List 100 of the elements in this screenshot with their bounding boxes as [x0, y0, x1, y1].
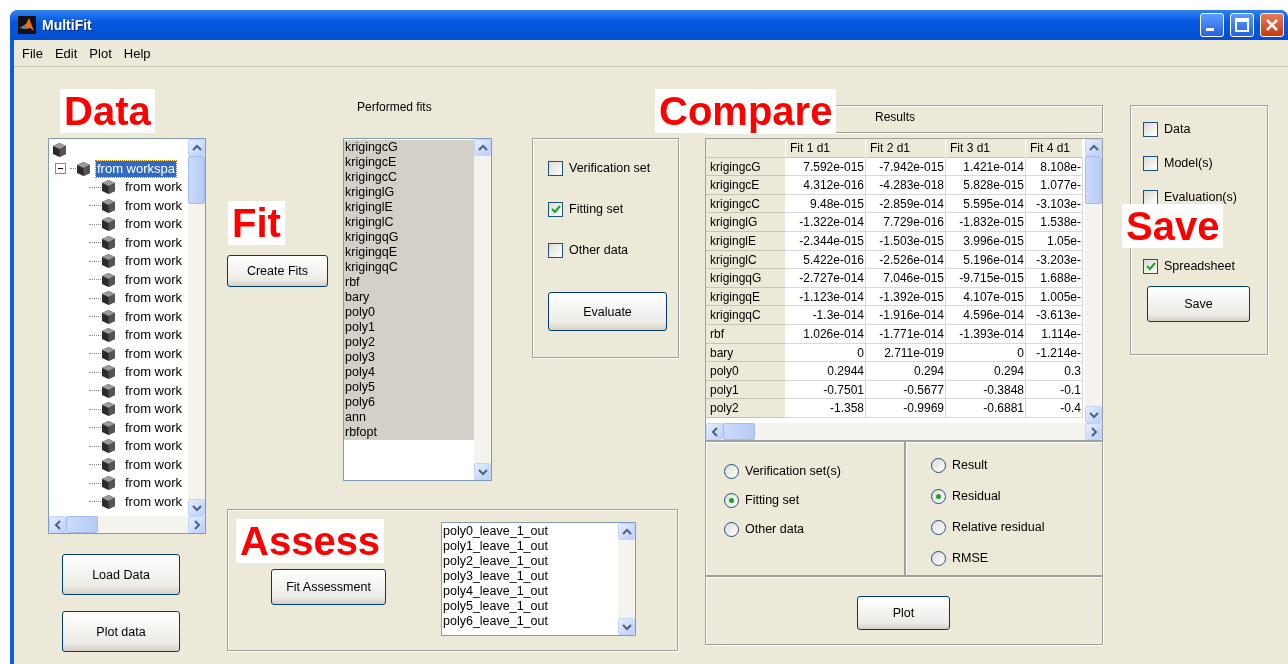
- fit-assessment-button[interactable]: Fit Assessment: [271, 569, 386, 605]
- tree-item[interactable]: from work: [124, 179, 184, 196]
- radio-button[interactable]: [724, 492, 739, 508]
- radio-button[interactable]: [931, 488, 946, 504]
- radio-button[interactable]: [931, 519, 946, 535]
- scroll-up-button[interactable]: [618, 523, 635, 540]
- list-item[interactable]: poly2_leave_1_out: [442, 554, 618, 569]
- close-button[interactable]: [1260, 13, 1284, 37]
- table-cell: 5.595e-014: [946, 194, 1026, 214]
- menu-item[interactable]: Plot: [83, 45, 118, 61]
- list-item[interactable]: rbfopt: [344, 425, 474, 440]
- scrollbar-thumb[interactable]: [1085, 156, 1102, 204]
- checkbox[interactable]: [1143, 189, 1158, 205]
- tree-item[interactable]: from work: [124, 308, 184, 325]
- scroll-down-button[interactable]: [188, 499, 205, 516]
- checkbox[interactable]: [548, 242, 563, 258]
- menu-item[interactable]: File: [16, 45, 49, 61]
- tree-item[interactable]: from work: [124, 290, 184, 307]
- checkbox[interactable]: [1143, 258, 1158, 274]
- tree-item[interactable]: from work: [124, 401, 184, 418]
- radio-button[interactable]: [724, 521, 739, 537]
- list-item[interactable]: poly6: [344, 395, 474, 410]
- list-item[interactable]: poly2: [344, 335, 474, 350]
- tree-item[interactable]: from work: [124, 475, 184, 492]
- horizontal-scrollbar[interactable]: [49, 516, 205, 533]
- checkbox[interactable]: [548, 201, 563, 217]
- menu-item[interactable]: Help: [117, 45, 157, 61]
- scroll-right-button[interactable]: [188, 516, 205, 533]
- vertical-scrollbar[interactable]: [618, 523, 635, 635]
- list-item[interactable]: poly0_leave_1_out: [442, 524, 618, 539]
- list-item[interactable]: poly1_leave_1_out: [442, 539, 618, 554]
- scrollbar-thumb[interactable]: [723, 423, 755, 440]
- list-item[interactable]: kriginglE: [344, 200, 474, 215]
- scrollbar-thumb[interactable]: [66, 516, 98, 533]
- evaluate-button[interactable]: Evaluate: [548, 292, 667, 331]
- collapse-toggle[interactable]: [55, 163, 66, 175]
- radio-button[interactable]: [724, 463, 739, 479]
- radio-button[interactable]: [931, 550, 946, 566]
- scroll-down-button[interactable]: [618, 618, 635, 635]
- tree-item[interactable]: from work: [124, 216, 184, 233]
- list-item[interactable]: poly6_leave_1_out: [442, 614, 618, 629]
- scroll-left-button[interactable]: [706, 423, 723, 440]
- tree-item[interactable]: from work: [124, 345, 184, 362]
- tree-item[interactable]: from work: [124, 493, 184, 510]
- list-item[interactable]: bary: [344, 290, 474, 305]
- list-item[interactable]: poly3: [344, 350, 474, 365]
- list-item[interactable]: krigingcC: [344, 170, 474, 185]
- scroll-down-button[interactable]: [1085, 406, 1102, 423]
- tree-item[interactable]: from work: [124, 197, 184, 214]
- tree-item[interactable]: from work: [124, 271, 184, 288]
- scroll-left-button[interactable]: [49, 516, 66, 533]
- checkbox[interactable]: [548, 160, 563, 176]
- list-item[interactable]: poly4: [344, 365, 474, 380]
- list-item[interactable]: rbf: [344, 275, 474, 290]
- horizontal-scrollbar[interactable]: [706, 423, 1102, 440]
- create-fits-button[interactable]: Create Fits: [227, 255, 328, 287]
- menu-item[interactable]: Edit: [48, 45, 84, 61]
- tree-item[interactable]: from work: [124, 419, 184, 436]
- list-item[interactable]: krigingqC: [344, 260, 474, 275]
- scrollbar-thumb[interactable]: [188, 156, 205, 204]
- scroll-down-button[interactable]: [474, 463, 491, 480]
- save-button[interactable]: Save: [1147, 286, 1250, 322]
- list-item[interactable]: krigingcE: [344, 155, 474, 170]
- list-item[interactable]: krigingqG: [344, 230, 474, 245]
- tree-item[interactable]: from workspa: [96, 160, 177, 177]
- list-item[interactable]: ann: [344, 410, 474, 425]
- tree-item[interactable]: from work: [124, 253, 184, 270]
- tree-item[interactable]: from work: [124, 327, 184, 344]
- checkbox[interactable]: [1143, 121, 1158, 137]
- scroll-up-button[interactable]: [188, 139, 205, 156]
- list-item[interactable]: poly5: [344, 380, 474, 395]
- list-item[interactable]: poly1: [344, 320, 474, 335]
- list-item[interactable]: krigingqE: [344, 245, 474, 260]
- tree-item[interactable]: from work: [124, 234, 184, 251]
- plot-button[interactable]: Plot: [857, 596, 950, 630]
- scroll-up-button[interactable]: [474, 139, 491, 156]
- vertical-scrollbar[interactable]: [1085, 139, 1102, 423]
- tree-item[interactable]: from work: [124, 438, 184, 455]
- radio-button[interactable]: [931, 457, 946, 473]
- tree-item[interactable]: from work: [124, 364, 184, 381]
- list-item[interactable]: poly0: [344, 305, 474, 320]
- scroll-right-button[interactable]: [1085, 423, 1102, 440]
- maximize-button[interactable]: [1230, 13, 1254, 37]
- list-item[interactable]: kriginglG: [344, 185, 474, 200]
- table-cell: 7.729e-016: [866, 213, 946, 232]
- scroll-up-button[interactable]: [1085, 139, 1102, 156]
- load-data-button[interactable]: Load Data: [62, 554, 180, 595]
- vertical-scrollbar[interactable]: [188, 139, 205, 516]
- vertical-scrollbar[interactable]: [474, 139, 491, 480]
- list-item[interactable]: kriginglC: [344, 215, 474, 230]
- list-item[interactable]: poly4_leave_1_out: [442, 584, 618, 599]
- list-item[interactable]: poly3_leave_1_out: [442, 569, 618, 584]
- tree-item[interactable]: from work: [124, 382, 184, 399]
- tree-item[interactable]: from work: [124, 456, 184, 473]
- checkbox[interactable]: [1143, 155, 1158, 171]
- list-item[interactable]: krigingcG: [344, 140, 474, 155]
- minimize-button[interactable]: [1200, 13, 1224, 37]
- list-item[interactable]: poly5_leave_1_out: [442, 599, 618, 614]
- plot-data-button[interactable]: Plot data: [62, 611, 180, 652]
- table-cell: -1.916e-014: [866, 306, 946, 325]
